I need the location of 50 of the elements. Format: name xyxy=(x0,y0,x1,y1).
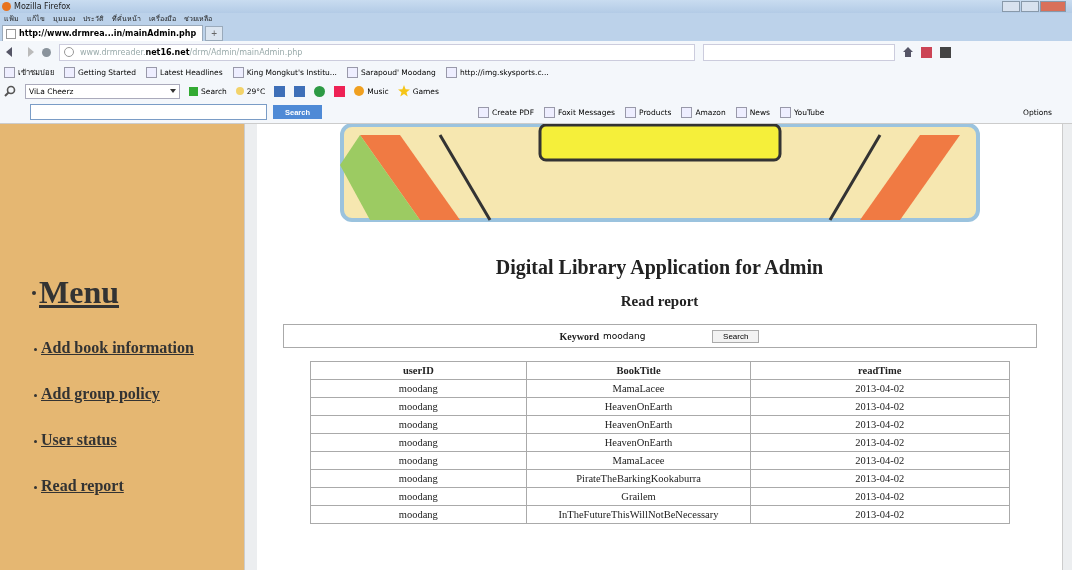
table-cell: HeavenOnEarth xyxy=(526,397,751,416)
page-title: Digital Library Application for Admin xyxy=(495,256,824,279)
sidebar-link[interactable]: Add book information xyxy=(41,339,194,357)
table-cell: 2013-04-02 xyxy=(750,451,1009,470)
table-cell: 2013-04-02 xyxy=(750,379,1009,398)
table-cell: moodang xyxy=(310,397,527,416)
home-icon[interactable] xyxy=(903,47,913,57)
column-header: BookTitle xyxy=(526,361,751,380)
table-cell: moodang xyxy=(310,487,527,506)
table-cell: moodang xyxy=(310,379,527,398)
star-icon xyxy=(397,85,410,97)
table-cell: 2013-04-02 xyxy=(750,505,1009,524)
menu-heading[interactable]: Menu xyxy=(39,274,119,311)
table-cell: HeavenOnEarth xyxy=(526,415,751,434)
keyword-label: Keyword xyxy=(559,330,600,342)
column-header: readTime xyxy=(750,361,1009,380)
maximize-button[interactable] xyxy=(1021,1,1039,12)
toolbar-search-field[interactable] xyxy=(30,104,267,120)
table-cell: 2013-04-02 xyxy=(750,397,1009,416)
scrollbar[interactable] xyxy=(244,124,257,570)
column-header: userID xyxy=(310,361,527,380)
new-tab-button[interactable]: + xyxy=(205,26,223,41)
page-subtitle: Read report xyxy=(620,293,699,310)
table-cell: moodang xyxy=(310,433,527,452)
sidebar-link[interactable]: Add group policy xyxy=(41,385,160,403)
minimize-button[interactable] xyxy=(1002,1,1020,12)
address-bar[interactable]: www.drmreader.net16.net/drm/Admin/mainAdmin.php xyxy=(59,43,695,61)
table-cell: 2013-04-02 xyxy=(750,433,1009,452)
search-icon[interactable] xyxy=(4,85,16,97)
firefox-logo-icon xyxy=(2,2,11,11)
table-cell: MamaLacee xyxy=(526,379,751,398)
table-cell: moodang xyxy=(310,415,527,434)
table-cell: HeavenOnEarth xyxy=(526,433,751,452)
table-cell: moodang xyxy=(310,451,527,470)
sidebar-link[interactable]: Read report xyxy=(41,477,124,495)
sidebar-link[interactable]: User status xyxy=(41,431,117,449)
window-title: Mozilla Firefox xyxy=(14,2,71,11)
table-cell: Grailem xyxy=(526,487,751,506)
scrollbar[interactable] xyxy=(1062,124,1072,570)
search-field[interactable] xyxy=(703,43,895,61)
table-cell: 2013-04-02 xyxy=(750,487,1009,506)
search-button[interactable]: Search xyxy=(712,329,760,343)
table-cell: 2013-04-02 xyxy=(750,415,1009,434)
table-cell: 2013-04-02 xyxy=(750,469,1009,488)
table-cell: InTheFutureThisWillNotBeNecessary xyxy=(526,505,751,524)
table-cell: moodang xyxy=(310,469,527,488)
table-cell: MamaLacee xyxy=(526,451,751,470)
table-cell: PirateTheBarkingKookaburra xyxy=(526,469,751,488)
browser-tab[interactable]: http://www.drmrea...in/mainAdmin.php xyxy=(2,25,204,41)
table-cell: moodang xyxy=(310,505,527,524)
